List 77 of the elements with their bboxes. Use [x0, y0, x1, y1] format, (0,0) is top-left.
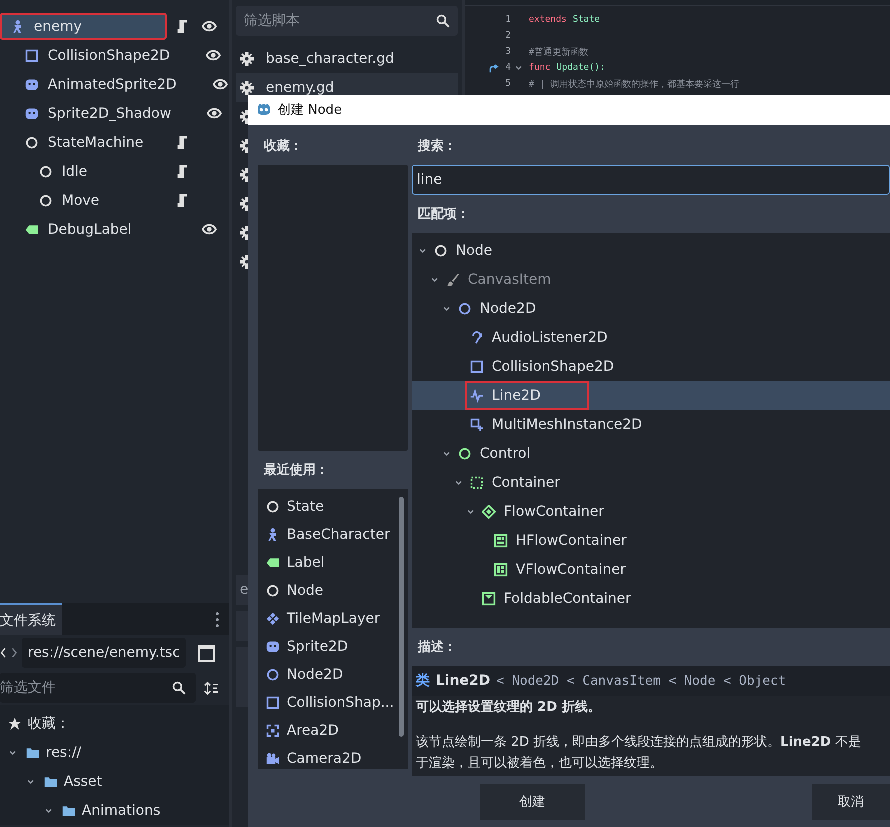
list-item[interactable]: Label	[258, 549, 399, 577]
file-tree-item[interactable]: res://	[0, 738, 229, 767]
script-icon[interactable]	[175, 135, 190, 150]
list-item[interactable]: TileMapLayer	[258, 605, 399, 633]
line-number: 4	[504, 63, 511, 73]
search-field[interactable]: line	[412, 165, 890, 195]
tree-item[interactable]: Move	[28, 187, 167, 214]
section-label: 搜索：	[416, 138, 458, 156]
script-icon[interactable]	[175, 19, 190, 34]
scrollbar[interactable]	[399, 497, 404, 737]
eye-icon[interactable]	[207, 106, 222, 121]
sort-icon[interactable]	[204, 680, 219, 696]
eye-icon[interactable]	[202, 222, 217, 237]
class-name: Line2D	[436, 673, 491, 689]
script-icon[interactable]	[175, 193, 190, 208]
layout-icon[interactable]	[198, 644, 215, 662]
list-item[interactable]: CollisionShap...	[258, 689, 399, 717]
line-number: 3	[504, 47, 511, 57]
tree-item[interactable]: Idle	[28, 158, 167, 185]
gear-icon	[240, 80, 254, 94]
eye-icon[interactable]	[202, 19, 217, 34]
description-summary: 可以选择设置纹理的 2D 折线。	[416, 699, 602, 717]
code-comment: # | 调用状态中原始函数的操作，都基本要采这一行	[529, 78, 740, 90]
code-keyword: func	[529, 63, 551, 73]
path-field[interactable]: res://scene/enemy.tsc	[22, 638, 186, 668]
line-number: 1	[504, 15, 511, 25]
search-icon	[436, 14, 450, 28]
list-item[interactable]: State	[258, 493, 399, 521]
eye-icon[interactable]	[212, 77, 228, 92]
code-keyword: extends	[529, 15, 567, 25]
description-text: 于渲染，且可以被着色，也可以选择纹理。	[416, 755, 664, 773]
filter-field[interactable]: 筛选脚本	[236, 6, 458, 36]
tree-item[interactable]: Sprite2D_Shadow	[14, 100, 172, 127]
more-icon[interactable]	[216, 611, 219, 627]
eye-icon[interactable]	[206, 48, 222, 63]
line-number: 5	[504, 79, 511, 89]
file-tree-item[interactable]: 收藏：	[0, 709, 229, 738]
description-text: 该节点绘制一条 2D 折线，即由多个线段连接的点组成的形状。Line2D 不是	[416, 734, 862, 752]
folder-icon	[62, 804, 76, 818]
section-label: 收藏：	[263, 138, 304, 156]
tree-item[interactable]: DebugLabel	[14, 216, 167, 243]
curved-arrow-icon[interactable]	[489, 64, 499, 72]
create-button[interactable]: 创建	[480, 784, 585, 820]
robot-head-icon	[256, 102, 272, 118]
code-text: State	[572, 15, 600, 25]
list-item[interactable]: Node2D	[258, 661, 399, 689]
list-item[interactable]: Camera2D	[258, 745, 399, 773]
inheritance-chain: < Node2D < CanvasItem < Node < Object	[496, 674, 786, 688]
code-text: Update():	[556, 63, 606, 73]
script-item[interactable]: base_character.gd	[236, 44, 458, 73]
tree-item[interactable]: Node	[430, 237, 499, 264]
folder-icon	[26, 746, 40, 760]
star-icon	[8, 716, 22, 730]
section-label: 匹配项：	[417, 206, 471, 224]
class-keyword: 类	[416, 672, 430, 690]
list-item[interactable]: Node	[258, 577, 399, 605]
list-item[interactable]: BaseCharacter	[258, 521, 399, 549]
gear-icon	[240, 52, 254, 66]
filter-field[interactable]: 筛选文件	[0, 673, 196, 703]
line-number: 2	[504, 31, 511, 41]
window-title: 创建 Node	[278, 102, 342, 119]
search-icon	[172, 681, 186, 695]
tree-item[interactable]: CollisionShape2D	[14, 42, 172, 69]
tree-item[interactable]: enemy	[0, 13, 167, 40]
script-icon[interactable]	[175, 164, 190, 179]
cancel-button[interactable]: 取消	[812, 784, 890, 820]
tree-item[interactable]: AnimatedSprite2D	[14, 71, 178, 98]
list-item[interactable]: Area2D	[258, 717, 399, 745]
folder-icon	[44, 774, 58, 788]
code-comment: #普通更新函数	[529, 46, 588, 58]
list-item[interactable]: Sprite2D	[258, 633, 399, 661]
tree-item[interactable]: StateMachine	[14, 129, 167, 156]
section-label: 最近使用：	[263, 462, 330, 480]
file-tree-item[interactable]: Animations	[0, 796, 229, 825]
file-tree-item[interactable]: Asset	[0, 767, 229, 796]
section-label: 描述：	[416, 639, 458, 657]
dock-tab[interactable]: 文件系统	[0, 603, 62, 635]
